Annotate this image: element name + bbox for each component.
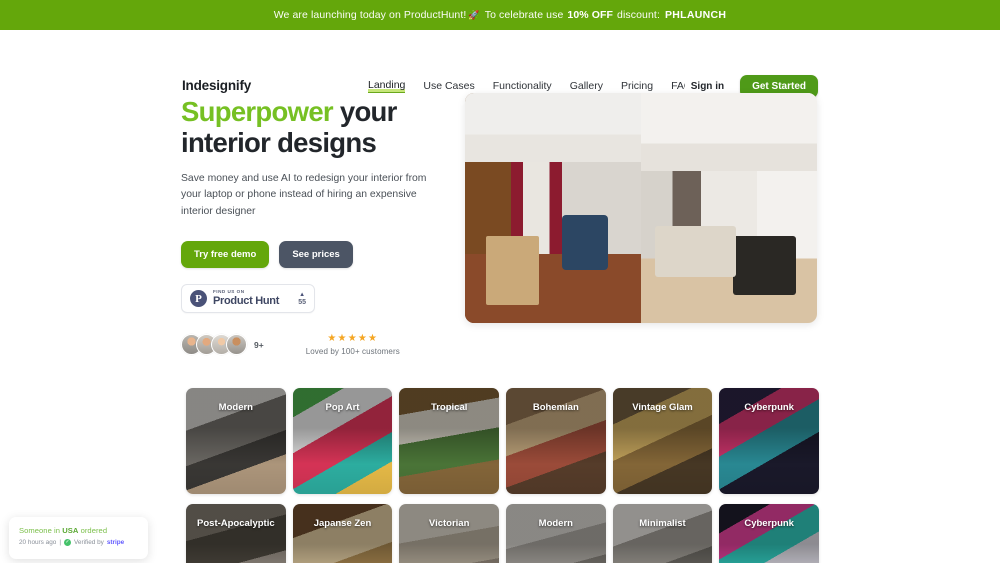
- toast-verified-text: Verified by: [73, 539, 104, 546]
- gallery-tile[interactable]: Minimalist: [612, 504, 713, 563]
- toast-time: 20 hours ago: [19, 539, 57, 546]
- product-hunt-name: Product Hunt: [213, 295, 280, 308]
- gallery-tile[interactable]: Pop Art: [292, 388, 393, 494]
- toast-separator: |: [59, 539, 61, 546]
- rating-caption: Loved by 100+ customers: [305, 347, 400, 357]
- gallery-tile[interactable]: Modern: [186, 388, 286, 494]
- gallery-tile[interactable]: Post-Apocalyptic: [186, 504, 286, 563]
- tile-overlay: [505, 504, 606, 563]
- style-gallery: Modern Pop Art Tropical Bohemian Vintage…: [186, 388, 819, 563]
- gallery-tile[interactable]: Modern: [505, 504, 606, 563]
- star-rating-icon: ★★★★★: [327, 333, 379, 345]
- social-proof: 9+ ★★★★★ Loved by 100+ customers: [181, 333, 436, 356]
- toast-location: USA: [62, 526, 79, 535]
- gallery-tile-label: Tropical: [430, 402, 468, 413]
- tile-overlay: [612, 504, 713, 563]
- gallery-tile-label: Pop Art: [325, 402, 360, 413]
- tile-overlay: [719, 504, 819, 563]
- stripe-logo: stripe: [106, 539, 125, 546]
- tile-overlay: [186, 504, 286, 563]
- gallery-tile-label: Cyberpunk: [744, 518, 794, 529]
- gallery-tile[interactable]: Tropical: [399, 388, 499, 494]
- hero-section: Superpower your interior designs Save mo…: [0, 82, 1000, 357]
- gallery-tile[interactable]: Cyberpunk: [719, 388, 819, 494]
- hero-before-after-image: [465, 93, 817, 323]
- rocket-icon: 🚀: [468, 9, 480, 20]
- caret-up-icon: ▲: [299, 291, 306, 298]
- gallery-tile[interactable]: Victorian: [399, 504, 499, 563]
- order-notification-toast[interactable]: Someone in USA ordered 20 hours ago | ✓ …: [9, 517, 148, 559]
- gallery-tile-label: Modern: [218, 402, 253, 413]
- banner-text-before: We are launching today on ProductHunt!: [273, 9, 467, 21]
- product-hunt-text: FIND US ON Product Hunt: [213, 288, 280, 308]
- product-hunt-eyebrow: FIND US ON: [213, 288, 245, 294]
- hero-image-after: [641, 93, 817, 323]
- product-hunt-votes[interactable]: ▲ 55: [298, 292, 306, 306]
- avatar: [226, 334, 247, 356]
- gallery-tile-label: Cyberpunk: [744, 402, 794, 413]
- gallery-tile[interactable]: Bohemian: [505, 388, 606, 494]
- see-prices-button[interactable]: See prices: [279, 241, 353, 269]
- banner-text-middle: To celebrate use: [484, 9, 564, 21]
- gallery-tile-label: Vintage Glam: [632, 402, 693, 413]
- toast-prefix: Someone in: [19, 526, 61, 535]
- banner-discount: 10% OFF: [567, 9, 614, 21]
- hero-copy: Superpower your interior designs Save mo…: [181, 96, 436, 356]
- page-title: Superpower your interior designs: [181, 96, 436, 159]
- hero-subtitle: Save money and use AI to redesign your i…: [181, 172, 427, 218]
- try-free-demo-button[interactable]: Try free demo: [181, 241, 270, 269]
- main-navigation: Indesignify Landing Use Cases Functional…: [0, 30, 1000, 98]
- hero-image-before: [465, 93, 641, 323]
- product-hunt-logo-icon: P: [190, 290, 207, 308]
- avatar-group: [181, 334, 247, 356]
- gallery-tile-label: Japanse Zen: [313, 518, 372, 529]
- banner-promo-code: PHLAUNCH: [664, 9, 727, 21]
- toast-meta: 20 hours ago | ✓ Verified by stripe: [19, 539, 138, 546]
- gallery-tile[interactable]: Vintage Glam: [612, 388, 713, 494]
- toast-suffix: ordered: [80, 526, 108, 535]
- gallery-tile-label: Bohemian: [532, 402, 579, 413]
- headline-highlight: Superpower: [181, 96, 334, 127]
- gallery-tile-label: Modern: [538, 518, 573, 529]
- gallery-tile[interactable]: Japanse Zen: [292, 504, 393, 563]
- tile-overlay: [292, 504, 393, 563]
- banner-text-after: discount:: [617, 9, 660, 21]
- gallery-tile-label: Minimalist: [639, 518, 686, 529]
- announcement-banner[interactable]: We are launching today on ProductHunt! 🚀…: [0, 0, 1000, 30]
- product-hunt-badge[interactable]: P FIND US ON Product Hunt ▲ 55: [181, 284, 315, 314]
- headline-rest: your: [332, 96, 397, 127]
- check-badge-icon: ✓: [63, 539, 71, 546]
- headline-line-2: interior designs: [181, 126, 377, 158]
- avatar-overflow-count: 9+: [254, 339, 264, 350]
- toast-message: Someone in USA ordered: [19, 526, 138, 535]
- gallery-tile[interactable]: Cyberpunk: [719, 504, 819, 563]
- hero-cta-row: Try free demo See prices: [181, 241, 436, 269]
- gallery-tile-label: Victorian: [428, 518, 470, 529]
- gallery-tile-label: Post-Apocalyptic: [197, 518, 275, 529]
- tile-overlay: [399, 504, 499, 563]
- rating-block: ★★★★★ Loved by 100+ customers: [306, 333, 400, 356]
- product-hunt-vote-count: 55: [298, 298, 306, 306]
- landing-page: We are launching today on ProductHunt! 🚀…: [0, 0, 1000, 563]
